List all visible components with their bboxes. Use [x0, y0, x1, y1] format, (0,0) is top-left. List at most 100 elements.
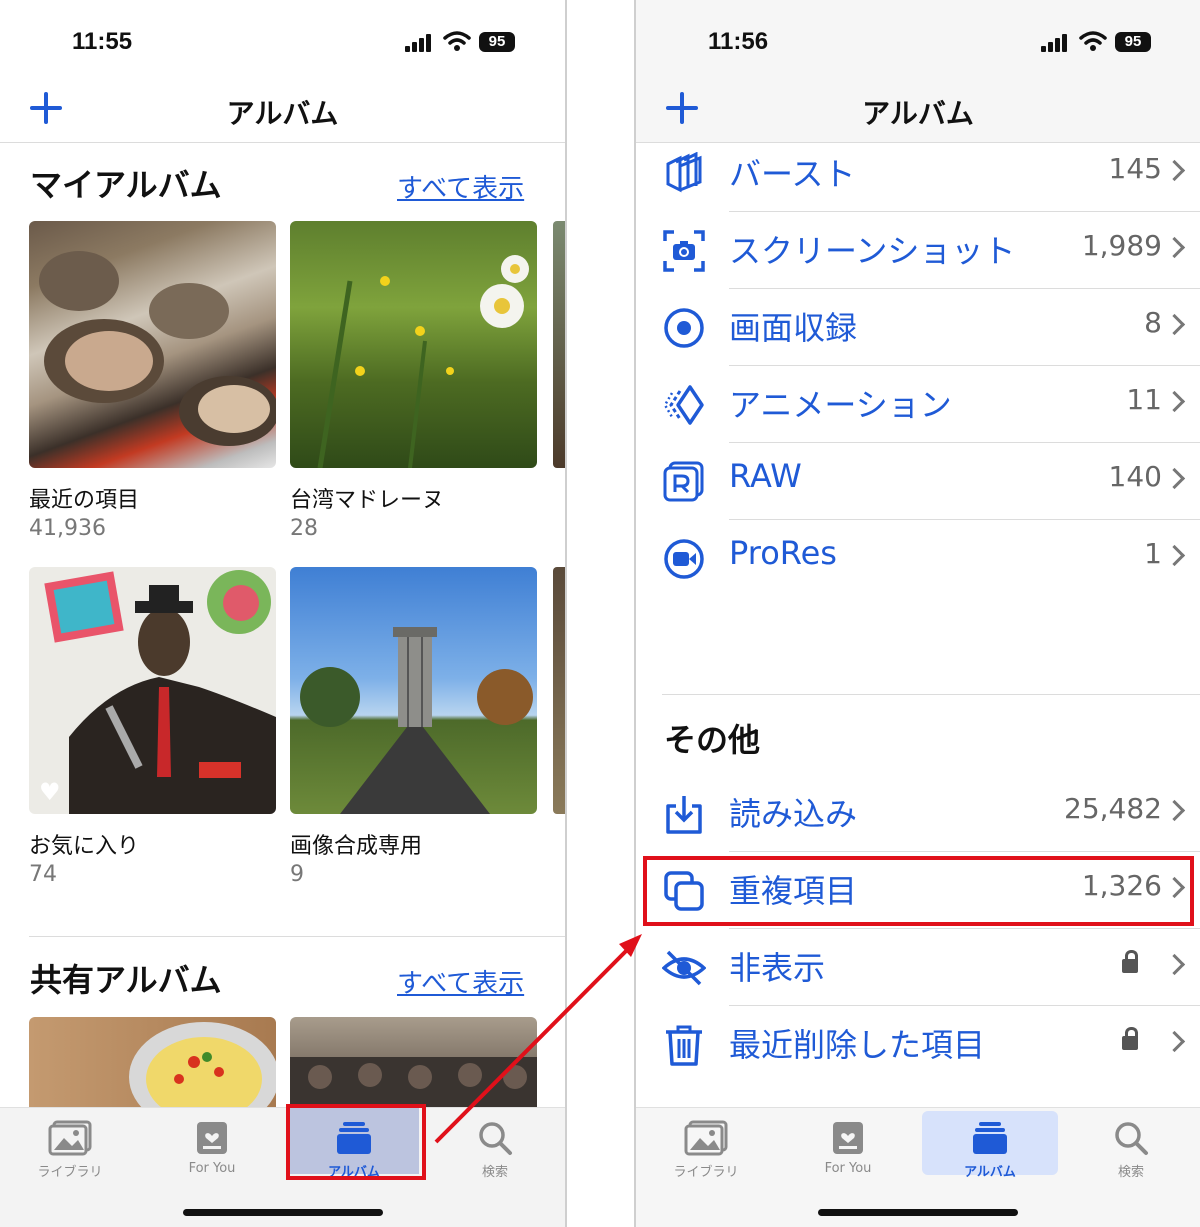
- list-item-raw[interactable]: RAW 140: [636, 443, 1200, 520]
- row-label: ProRes: [729, 534, 837, 572]
- lock-icon: [1122, 1027, 1138, 1050]
- tab-search[interactable]: 検索: [430, 1108, 560, 1188]
- list-item-recently-deleted[interactable]: 最近削除した項目: [636, 1006, 1200, 1083]
- photo-library-icon: [48, 1120, 92, 1156]
- tab-albums[interactable]: アルバム: [922, 1108, 1058, 1188]
- album-tile-taiwan-madeleine[interactable]: 台湾マドレーヌ 28: [290, 221, 537, 541]
- tab-label: For You: [824, 1161, 872, 1176]
- photo-library-icon: [684, 1120, 728, 1156]
- status-bar: 11:55 95: [0, 0, 565, 80]
- right-phone-screen: 11:56 95 アルバム バースト 145 スクリーンショット 1,989 画…: [634, 0, 1200, 1227]
- album-thumbnail: [29, 221, 276, 468]
- tab-label: 検索: [481, 1165, 508, 1180]
- separator-gap: [567, 0, 634, 1227]
- status-time: 11:55: [72, 28, 133, 55]
- tab-label: ライブラリ: [673, 1165, 739, 1180]
- list-item-screenshot[interactable]: スクリーンショット 1,989: [636, 212, 1200, 289]
- other-section-title: その他: [664, 721, 761, 759]
- album-tile-favorites[interactable]: ♥ お気に入り 74: [29, 567, 276, 887]
- row-label: スクリーンショット: [729, 232, 1016, 270]
- album-tile-partial[interactable]: [553, 221, 565, 468]
- shared-album-thumbnail[interactable]: [29, 1017, 276, 1109]
- list-item-animation[interactable]: アニメーション 11: [636, 366, 1200, 443]
- albums-icon: [973, 1122, 1007, 1154]
- cellular-signal-icon: [405, 34, 435, 52]
- row-count: 145: [1108, 152, 1162, 185]
- row-label: 非表示: [729, 949, 826, 987]
- row-label: 画面収録: [729, 309, 858, 347]
- tab-library[interactable]: ライブラリ: [5, 1108, 135, 1188]
- tab-label: 検索: [1117, 1165, 1144, 1180]
- row-label: 最近削除した項目: [729, 1026, 986, 1064]
- tab-label: アルバム: [964, 1165, 1016, 1180]
- wifi-icon: [1079, 31, 1107, 51]
- chevron-right-icon: [1163, 1030, 1186, 1053]
- home-indicator: [818, 1209, 1018, 1216]
- section-divider: [29, 936, 565, 937]
- tab-bar: ライブラリ For You アルバム 検索: [636, 1107, 1200, 1227]
- list-item-imports[interactable]: 読み込み 25,482: [636, 775, 1200, 852]
- chevron-right-icon: [1163, 544, 1186, 567]
- battery-indicator: 95: [1115, 32, 1151, 52]
- list-item-hidden[interactable]: 非表示: [636, 929, 1200, 1006]
- row-count: 8: [1144, 306, 1162, 339]
- row-count: 1: [1144, 537, 1162, 570]
- list-item-screen-recording[interactable]: 画面収録 8: [636, 289, 1200, 366]
- for-you-icon: [197, 1122, 227, 1154]
- tab-bar: ライブラリ For You アルバム 検索: [0, 1107, 565, 1227]
- status-time: 11:56: [708, 28, 769, 55]
- chevron-right-icon: [1163, 953, 1186, 976]
- tab-label: ライブラリ: [37, 1165, 103, 1180]
- prores-icon: [664, 539, 704, 579]
- chevron-right-icon: [1163, 390, 1186, 413]
- wifi-icon: [443, 31, 471, 51]
- lock-icon: [1122, 950, 1138, 973]
- row-count: 1,989: [1081, 229, 1162, 262]
- chevron-right-icon: [1163, 799, 1186, 822]
- shared-albums-title: 共有アルバム: [30, 961, 222, 999]
- tab-for-you[interactable]: For You: [147, 1108, 277, 1188]
- shared-album-thumbnail[interactable]: [290, 1017, 537, 1109]
- chevron-right-icon: [1163, 313, 1186, 336]
- left-phone-screen: 11:55 95 アルバム マイアルバム すべて表示 最近の項目 41,936 …: [0, 0, 567, 1227]
- album-thumbnail: ♥: [29, 567, 276, 814]
- album-tile-composite[interactable]: 画像合成専用 9: [290, 567, 537, 887]
- album-count: 28: [290, 516, 318, 541]
- cellular-signal-icon: [1041, 34, 1071, 52]
- screenshot-icon: [663, 230, 705, 272]
- list-item-burst[interactable]: バースト 145: [636, 135, 1200, 212]
- tab-for-you[interactable]: For You: [783, 1108, 913, 1188]
- page-title: アルバム: [226, 97, 339, 130]
- for-you-icon: [833, 1122, 863, 1154]
- home-indicator: [182, 1209, 383, 1216]
- tab-library[interactable]: ライブラリ: [641, 1108, 771, 1188]
- my-albums-title: マイアルバム: [30, 166, 222, 204]
- nav-bar: アルバム: [636, 80, 1200, 143]
- burst-icon: [666, 152, 702, 193]
- album-tile-partial[interactable]: [553, 567, 565, 814]
- shared-albums-see-all-link[interactable]: すべて表示: [397, 963, 524, 1000]
- animation-icon: [663, 385, 704, 425]
- album-name: 画像合成専用: [290, 834, 423, 859]
- tab-search[interactable]: 検索: [1066, 1108, 1196, 1188]
- hidden-eye-icon: [662, 950, 706, 986]
- favorite-heart-icon: ♥: [39, 778, 61, 806]
- trash-icon: [666, 1025, 702, 1066]
- tab-label: For You: [188, 1161, 236, 1176]
- chevron-right-icon: [1163, 236, 1186, 259]
- row-count: 25,482: [1064, 792, 1162, 825]
- my-albums-see-all-link[interactable]: すべて表示: [397, 168, 524, 205]
- chevron-right-icon: [1163, 467, 1186, 490]
- import-icon: [666, 796, 702, 834]
- album-tile-recents[interactable]: 最近の項目 41,936: [29, 221, 276, 541]
- duplicates-highlight-box: [643, 856, 1194, 926]
- albums-tab-highlight-box: [286, 1104, 426, 1180]
- status-bar: 11:56 95: [636, 0, 1200, 80]
- row-count: 140: [1108, 460, 1162, 493]
- list-item-prores[interactable]: ProRes 1: [636, 520, 1200, 597]
- album-count: 74: [29, 862, 57, 887]
- row-count: 11: [1126, 383, 1162, 416]
- album-name: お気に入り: [29, 834, 140, 859]
- row-label: アニメーション: [729, 386, 952, 424]
- row-label: 読み込み: [729, 795, 858, 833]
